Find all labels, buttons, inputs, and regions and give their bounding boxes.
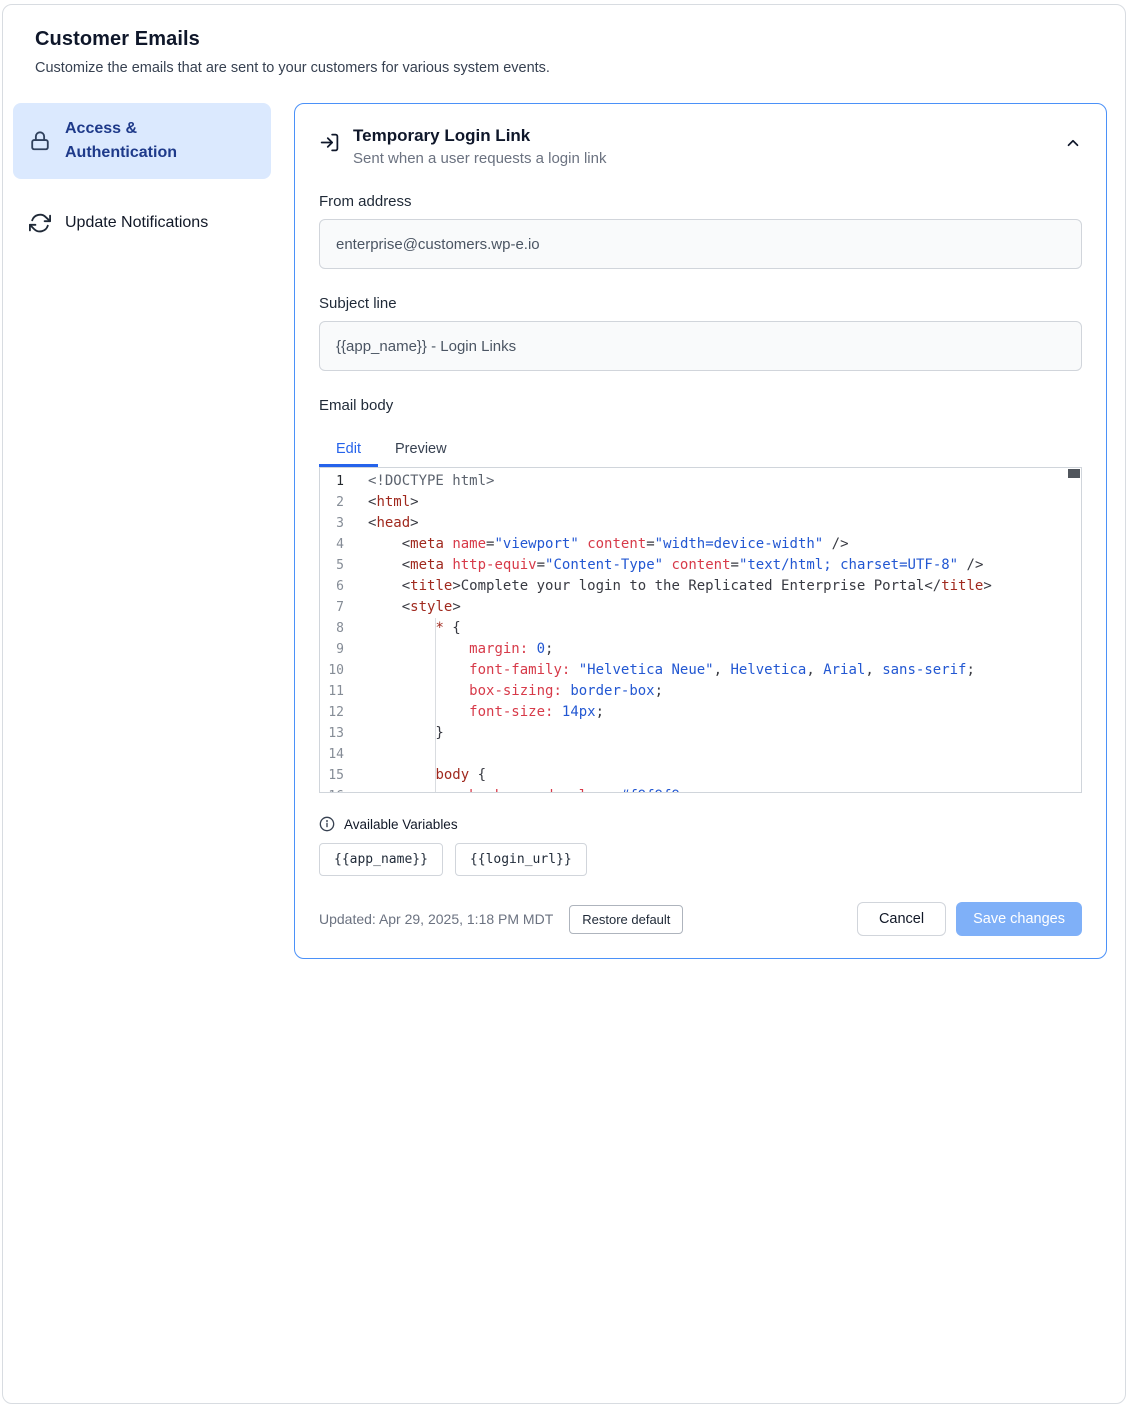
- line-number: 11: [320, 681, 368, 702]
- restore-default-button[interactable]: Restore default: [569, 905, 683, 934]
- variable-chip-app-name[interactable]: {{app_name}}: [319, 843, 443, 876]
- line-number: 7: [320, 597, 368, 618]
- indent-guide: [435, 618, 436, 793]
- code-line[interactable]: 7 <style>: [320, 597, 1081, 618]
- panel-title: Temporary Login Link: [353, 126, 606, 146]
- page-header: Customer Emails Customize the emails tha…: [0, 0, 1128, 76]
- sidebar-item-update-notifications[interactable]: Update Notifications: [13, 197, 271, 249]
- subject-line-input[interactable]: [319, 321, 1082, 371]
- variable-chip-login-url[interactable]: {{login_url}}: [455, 843, 587, 876]
- email-body-label: Email body: [319, 397, 1082, 414]
- subject-line-label: Subject line: [319, 295, 1082, 312]
- code-line[interactable]: 4 <meta name="viewport" content="width=d…: [320, 534, 1081, 555]
- line-number: 6: [320, 576, 368, 597]
- temporary-login-link-panel: Temporary Login Link Sent when a user re…: [294, 103, 1107, 959]
- line-number: 10: [320, 660, 368, 681]
- code-line[interactable]: 2<html>: [320, 492, 1081, 513]
- code-line[interactable]: 3<head>: [320, 513, 1081, 534]
- tab-edit[interactable]: Edit: [319, 431, 378, 467]
- line-number: 9: [320, 639, 368, 660]
- tab-preview[interactable]: Preview: [378, 431, 464, 467]
- sidebar-item-label: Access & Authentication: [65, 117, 215, 165]
- cancel-button[interactable]: Cancel: [857, 902, 946, 936]
- code-line[interactable]: 6 <title>Complete your login to the Repl…: [320, 576, 1081, 597]
- from-address-input[interactable]: [319, 219, 1082, 269]
- panel-footer: Updated: Apr 29, 2025, 1:18 PM MDT Resto…: [319, 902, 1082, 936]
- available-variables-label: Available Variables: [344, 817, 458, 832]
- chevron-up-icon[interactable]: [1064, 134, 1082, 152]
- line-number: 14: [320, 744, 368, 765]
- code-line[interactable]: 5 <meta http-equiv="Content-Type" conten…: [320, 555, 1081, 576]
- updated-timestamp: Updated: Apr 29, 2025, 1:18 PM MDT: [319, 911, 553, 927]
- lock-icon: [29, 130, 51, 152]
- panel-subtitle: Sent when a user requests a login link: [353, 150, 606, 167]
- code-line[interactable]: 1<!DOCTYPE html>: [320, 471, 1081, 492]
- login-icon: [319, 132, 340, 153]
- line-number: 4: [320, 534, 368, 555]
- sidebar-item-access-authentication[interactable]: Access & Authentication: [13, 103, 271, 179]
- info-icon[interactable]: [319, 816, 335, 832]
- line-number: 8: [320, 618, 368, 639]
- save-changes-button[interactable]: Save changes: [956, 902, 1082, 936]
- line-number: 3: [320, 513, 368, 534]
- settings-sidebar: Access & Authentication Update Notificat…: [13, 103, 271, 249]
- email-body-tabs: Edit Preview: [319, 431, 1082, 467]
- line-number: 16: [320, 786, 368, 793]
- panel-header: Temporary Login Link Sent when a user re…: [319, 126, 1082, 167]
- from-address-label: From address: [319, 193, 1082, 210]
- line-number: 5: [320, 555, 368, 576]
- refresh-icon: [29, 212, 51, 234]
- line-number: 2: [320, 492, 368, 513]
- variable-chips: {{app_name}} {{login_url}}: [319, 843, 1082, 876]
- page-subtitle: Customize the emails that are sent to yo…: [35, 60, 1092, 76]
- editor-scrollbar-thumb[interactable]: [1068, 469, 1080, 478]
- sidebar-item-label: Update Notifications: [65, 211, 208, 235]
- line-number: 13: [320, 723, 368, 744]
- code-editor[interactable]: 1<!DOCTYPE html>2<html>3<head>4 <meta na…: [319, 467, 1082, 793]
- line-number: 1: [320, 471, 368, 492]
- line-number: 15: [320, 765, 368, 786]
- page-title: Customer Emails: [35, 28, 1092, 51]
- line-number: 12: [320, 702, 368, 723]
